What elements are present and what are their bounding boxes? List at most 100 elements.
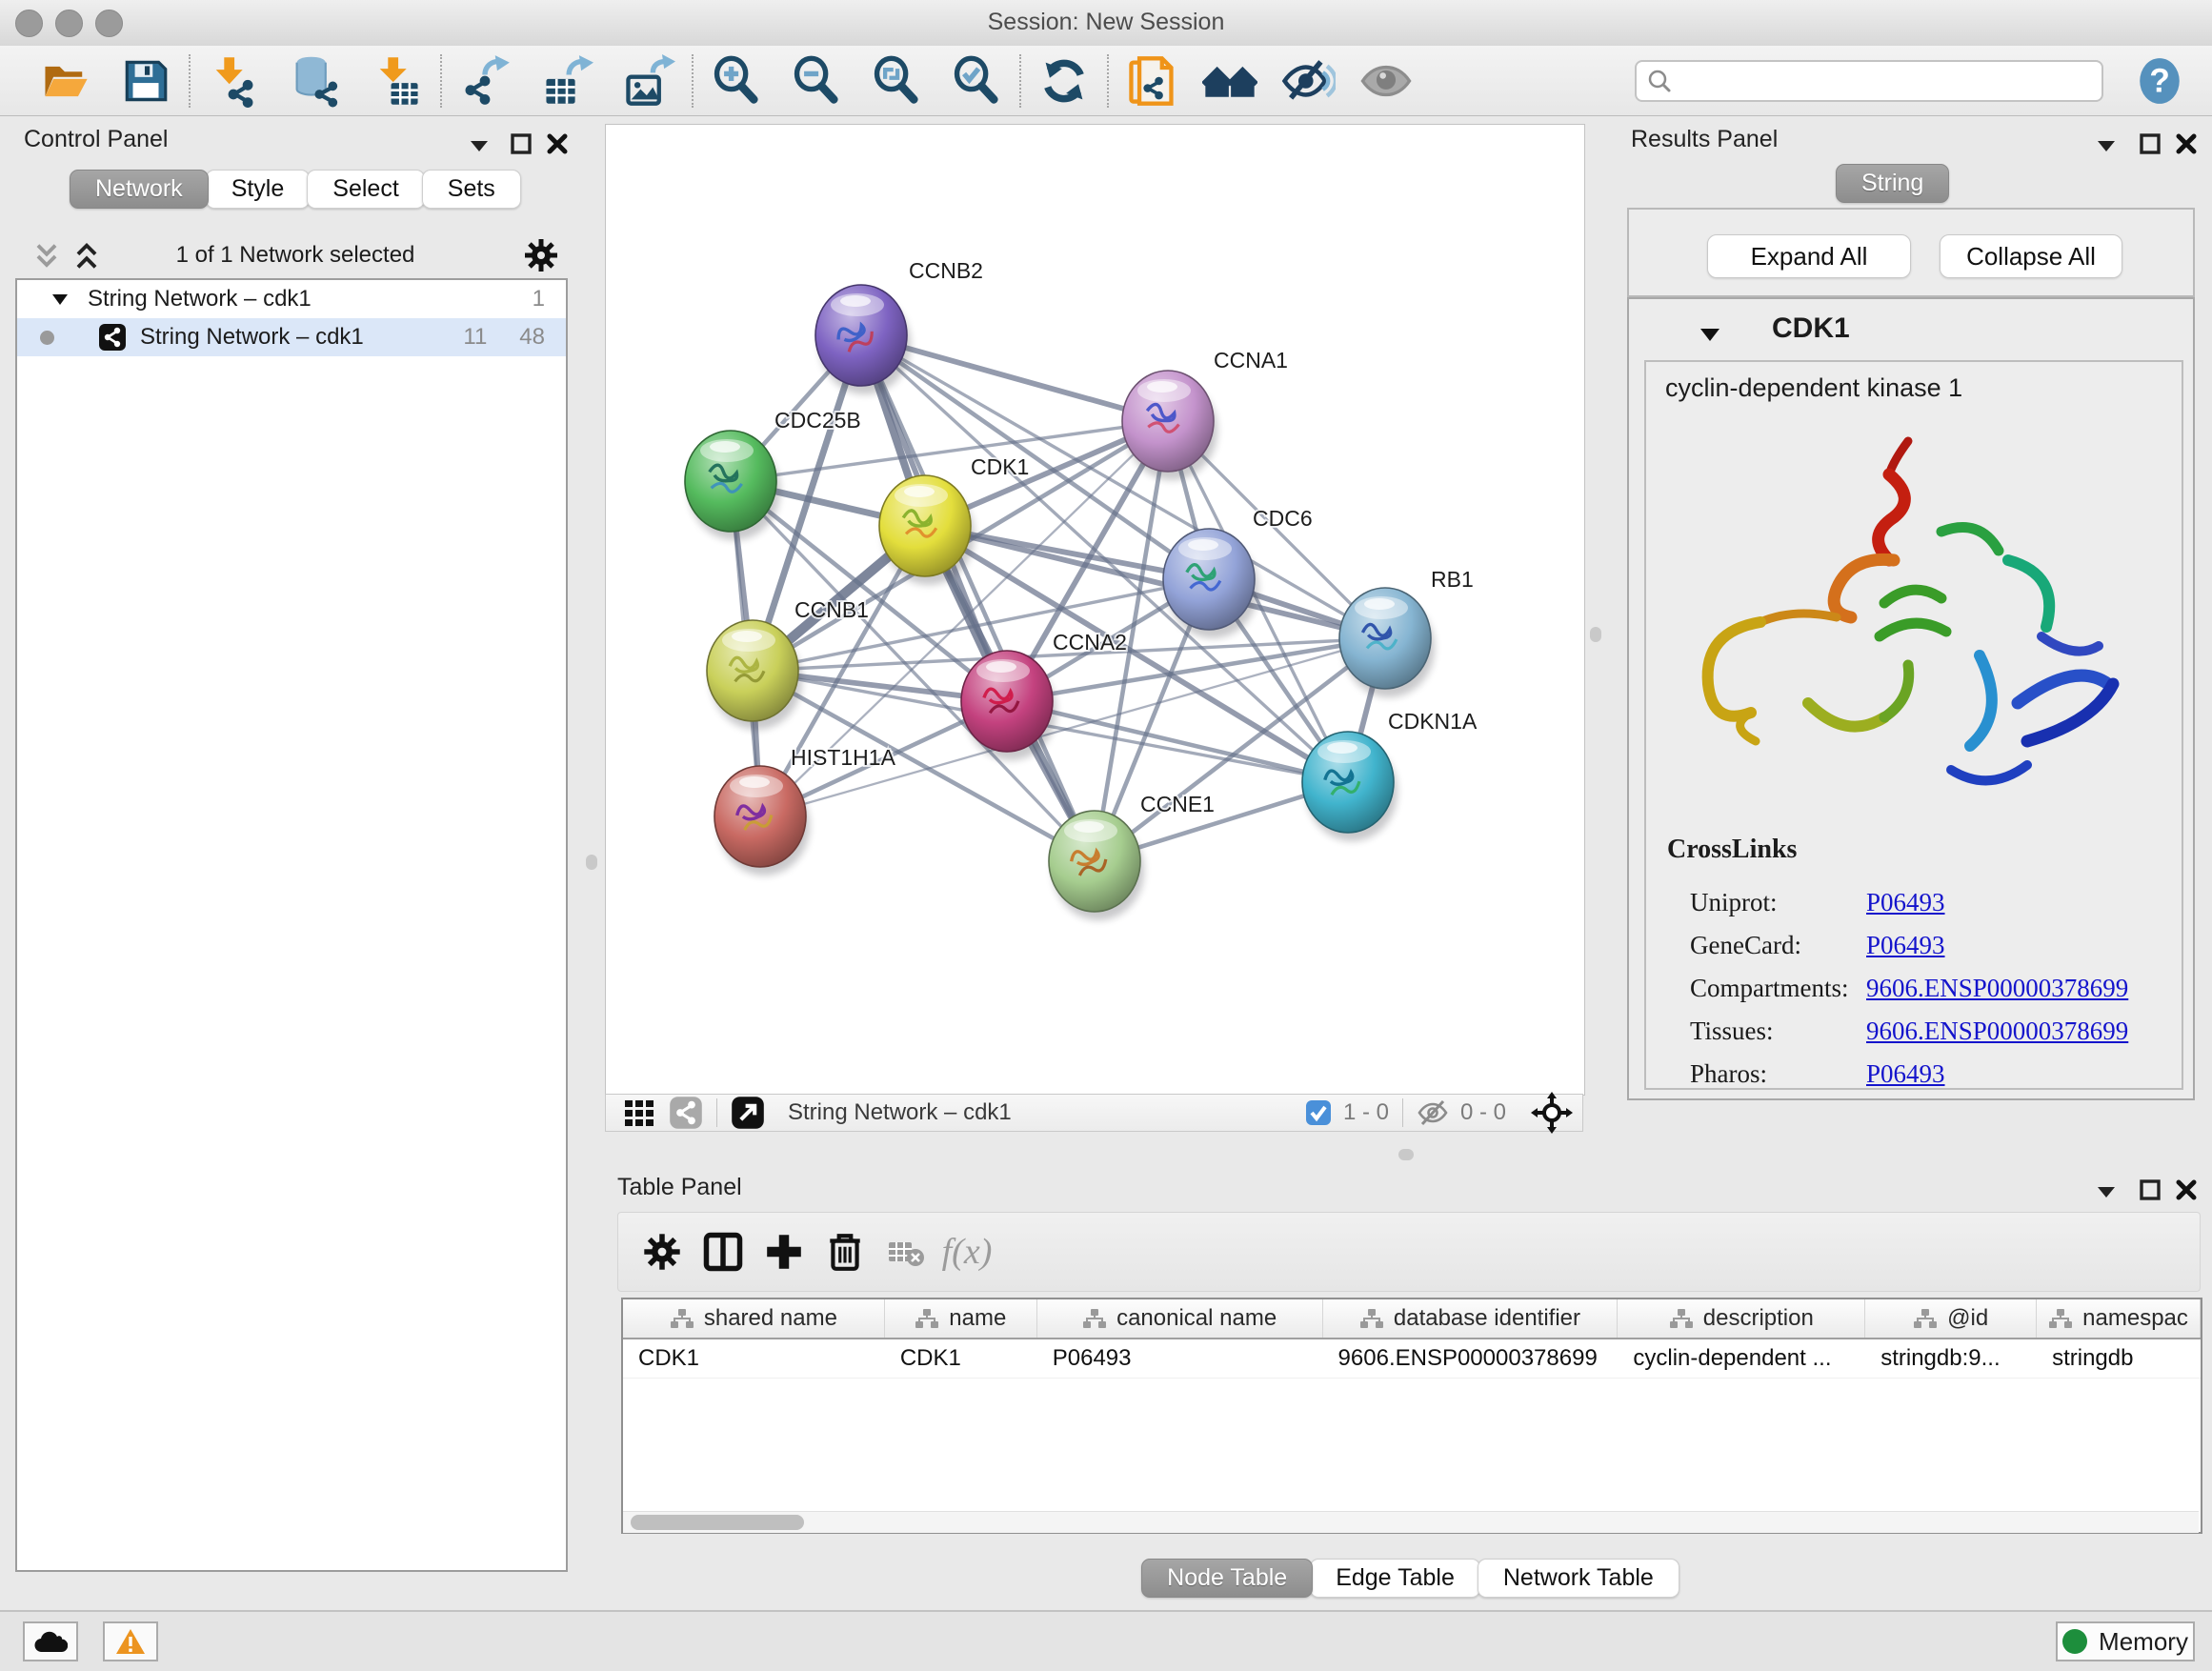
grid-view-icon[interactable]	[623, 1097, 655, 1129]
expand-all-button[interactable]: Expand All	[1707, 234, 1911, 278]
import-table-button[interactable]	[370, 53, 425, 109]
function-builder-button[interactable]: f(x)	[936, 1223, 997, 1280]
network-canvas[interactable]: CCNB2CCNA1CDC25BCDK1CDC6RB1CCNB1CCNA2CDK…	[605, 124, 1585, 1096]
crosslink-label: Compartments:	[1690, 974, 1866, 1003]
collapse-all-button[interactable]: Collapse All	[1940, 234, 2122, 278]
node-label: CCNE1	[1140, 792, 1215, 816]
right-splitter-handle[interactable]	[1590, 627, 1601, 642]
tab-sets[interactable]: Sets	[422, 170, 521, 209]
column-header-name[interactable]: name	[885, 1299, 1037, 1338]
save-session-button[interactable]	[118, 53, 173, 109]
refresh-button[interactable]	[1036, 53, 1092, 109]
table-cell[interactable]: P06493	[1037, 1339, 1323, 1378]
show-graphics-details-button[interactable]	[1358, 53, 1414, 109]
table-close-panel-icon[interactable]	[2172, 1176, 2201, 1204]
show-columns-button[interactable]	[693, 1223, 754, 1280]
cloud-status-button[interactable]	[23, 1621, 78, 1661]
zoom-in-button[interactable]	[709, 53, 764, 109]
network-node-hist1h1a[interactable]: HIST1H1A	[714, 745, 896, 876]
table-row[interactable]: CDK1CDK1P064939606.ENSP00000378699cyclin…	[623, 1339, 2201, 1379]
scrollbar-thumb[interactable]	[631, 1515, 804, 1530]
import-network-from-database-button[interactable]	[288, 53, 343, 109]
crosslink-value-link[interactable]: P06493	[1866, 1059, 1945, 1089]
hidden-node-edge-count: 0 - 0	[1460, 1099, 1506, 1126]
table-tab-network-table[interactable]: Network Table	[1478, 1559, 1679, 1598]
export-table-button[interactable]	[539, 53, 594, 109]
warnings-button[interactable]	[103, 1621, 158, 1661]
network-edge[interactable]	[861, 335, 1095, 861]
network-collection-row[interactable]: String Network – cdk1 1	[17, 280, 566, 318]
results-tab-string[interactable]: String	[1839, 164, 1949, 203]
table-cell[interactable]: 9606.ENSP00000378699	[1323, 1339, 1619, 1378]
column-header-namespac[interactable]: namespac	[2037, 1299, 2201, 1338]
table-panel-menu-icon[interactable]	[2092, 1178, 2121, 1206]
crosslink-value-link[interactable]: 9606.ENSP00000378699	[1866, 974, 2128, 1003]
hide-glass-effects-button[interactable]	[1280, 53, 1336, 109]
delete-table-button[interactable]	[875, 1223, 936, 1280]
fit-selected-crosshair-icon[interactable]	[1531, 1092, 1573, 1134]
crosslink-value-link[interactable]: 9606.ENSP00000378699	[1866, 1017, 2128, 1046]
collapse-all-tree-icon[interactable]	[30, 240, 63, 272]
string-import-button[interactable]	[1124, 53, 1179, 109]
table-cell[interactable]: CDK1	[623, 1339, 885, 1378]
refresh-icon	[1037, 54, 1091, 108]
results-close-panel-icon[interactable]	[2172, 130, 2201, 158]
table-float-panel-icon[interactable]	[2136, 1176, 2164, 1204]
open-session-button[interactable]	[38, 53, 93, 109]
string-homology-button[interactable]	[1202, 53, 1257, 109]
column-header-canonical-name[interactable]: canonical name	[1037, 1299, 1323, 1338]
add-column-button[interactable]	[754, 1223, 814, 1280]
close-panel-icon[interactable]	[543, 130, 572, 158]
search-input[interactable]	[1673, 63, 2092, 99]
export-network-button[interactable]	[457, 53, 513, 109]
table-cell[interactable]: stringdb	[2037, 1339, 2201, 1378]
entry-collapse-icon[interactable]	[1698, 322, 1722, 347]
network-node-cdc6[interactable]: CDC6	[1163, 506, 1313, 638]
results-panel-menu-icon[interactable]	[2092, 131, 2121, 160]
column-header-description[interactable]: description	[1618, 1299, 1865, 1338]
zoom-out-button[interactable]	[789, 53, 844, 109]
collection-expand-icon[interactable]	[50, 289, 70, 310]
table-cell[interactable]: CDK1	[885, 1339, 1037, 1378]
selected-checkbox-icon[interactable]	[1305, 1099, 1332, 1126]
table-tab-edge-table[interactable]: Edge Table	[1310, 1559, 1480, 1598]
network-node-cdkn1a[interactable]: CDKN1A	[1302, 709, 1478, 841]
crosslink-value-link[interactable]: P06493	[1866, 931, 1945, 960]
table-horizontal-scrollbar[interactable]	[623, 1511, 2199, 1533]
column-header-shared-name[interactable]: shared name	[623, 1299, 885, 1338]
import-network-from-file-button[interactable]	[206, 53, 261, 109]
network-row-selected[interactable]: String Network – cdk1 11 48	[17, 318, 566, 356]
memory-button[interactable]: Memory	[2056, 1621, 2195, 1661]
delete-column-button[interactable]	[814, 1223, 875, 1280]
zoom-fit-button[interactable]	[869, 53, 924, 109]
table-cell[interactable]: stringdb:9...	[1865, 1339, 2037, 1378]
network-node-ccnb2[interactable]: CCNB2	[815, 258, 983, 394]
left-splitter-handle[interactable]	[586, 855, 597, 870]
export-image-button[interactable]	[621, 53, 676, 109]
network-edge[interactable]	[1007, 701, 1348, 782]
zoom-selected-button[interactable]	[949, 53, 1004, 109]
launch-view-icon[interactable]	[731, 1096, 765, 1130]
birds-eye-share-icon[interactable]	[669, 1096, 703, 1130]
network-node-ccna1[interactable]: CCNA1	[1122, 348, 1288, 480]
node-label: CCNB1	[794, 597, 869, 622]
crosslink-value-link[interactable]: P06493	[1866, 888, 1945, 917]
help-button[interactable]: ?	[2132, 53, 2187, 109]
column-header--id[interactable]: @id	[1865, 1299, 2037, 1338]
results-float-panel-icon[interactable]	[2136, 130, 2164, 158]
cloud-icon	[33, 1629, 68, 1654]
tab-network[interactable]: Network	[70, 170, 209, 209]
gear-icon[interactable]	[522, 236, 560, 274]
network-node-rb1[interactable]: RB1	[1339, 567, 1474, 697]
tab-style[interactable]: Style	[206, 170, 311, 209]
network-node-cdc25b[interactable]: CDC25B	[685, 408, 861, 540]
tab-select[interactable]: Select	[307, 170, 424, 209]
column-header-database-identifier[interactable]: database identifier	[1323, 1299, 1619, 1338]
panel-menu-icon[interactable]	[465, 131, 493, 160]
table-cell[interactable]: cyclin-dependent ...	[1618, 1339, 1865, 1378]
bottom-splitter-handle[interactable]	[1398, 1149, 1414, 1160]
table-settings-button[interactable]	[632, 1223, 693, 1280]
expand-all-tree-icon[interactable]	[70, 240, 103, 272]
table-tab-node-table[interactable]: Node Table	[1141, 1559, 1313, 1598]
float-panel-icon[interactable]	[507, 130, 535, 158]
